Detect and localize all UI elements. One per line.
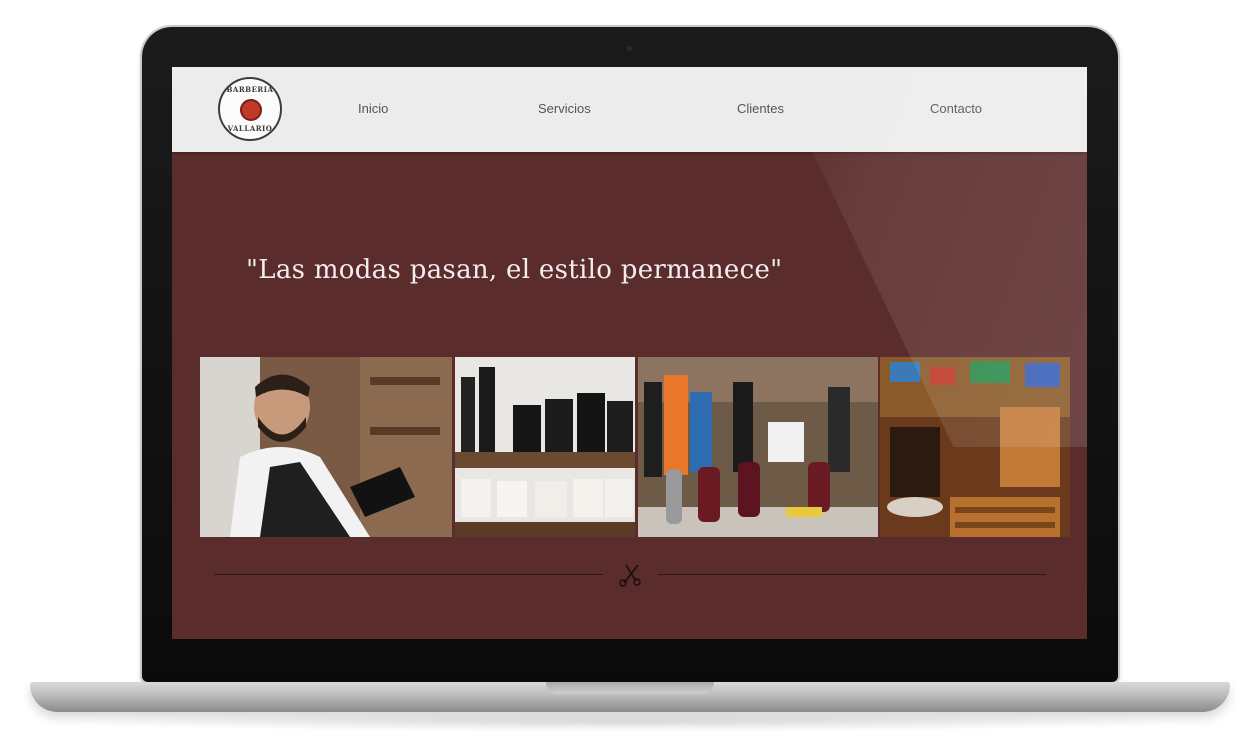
barber-portrait-photo[interactable] (200, 357, 452, 537)
browser-viewport: BARBERIA VALLARIO Inicio Servicios Clien… (172, 67, 1087, 639)
site-logo[interactable]: BARBERIA VALLARIO (218, 77, 282, 141)
barbershop-interior-photo[interactable] (880, 357, 1070, 537)
hero-quote: "Las modas pasan, el estilo permanece" (246, 255, 783, 285)
nav-link-contacto[interactable]: Contacto (930, 101, 982, 116)
divider-line-left (214, 574, 603, 575)
laptop-shadow (60, 712, 1200, 732)
nav-link-clientes[interactable]: Clientes (737, 101, 784, 116)
divider-line-right (658, 574, 1046, 575)
site-header: BARBERIA VALLARIO Inicio Servicios Clien… (172, 67, 1087, 152)
clippers-and-sprays-photo[interactable] (638, 357, 878, 537)
nav-link-servicios[interactable]: Servicios (538, 101, 591, 116)
scissors-icon (618, 561, 644, 587)
logo-bottom-text: VALLARIO (227, 124, 273, 133)
photo-gallery (200, 357, 1070, 537)
webcam-icon (625, 44, 634, 53)
barber-pole-emblem-icon (240, 99, 262, 121)
nav-link-inicio[interactable]: Inicio (358, 101, 388, 116)
laptop-open-notch (546, 682, 714, 694)
logo-top-text: BARBERIA (226, 85, 274, 94)
hair-products-shelf-photo[interactable] (455, 357, 635, 537)
